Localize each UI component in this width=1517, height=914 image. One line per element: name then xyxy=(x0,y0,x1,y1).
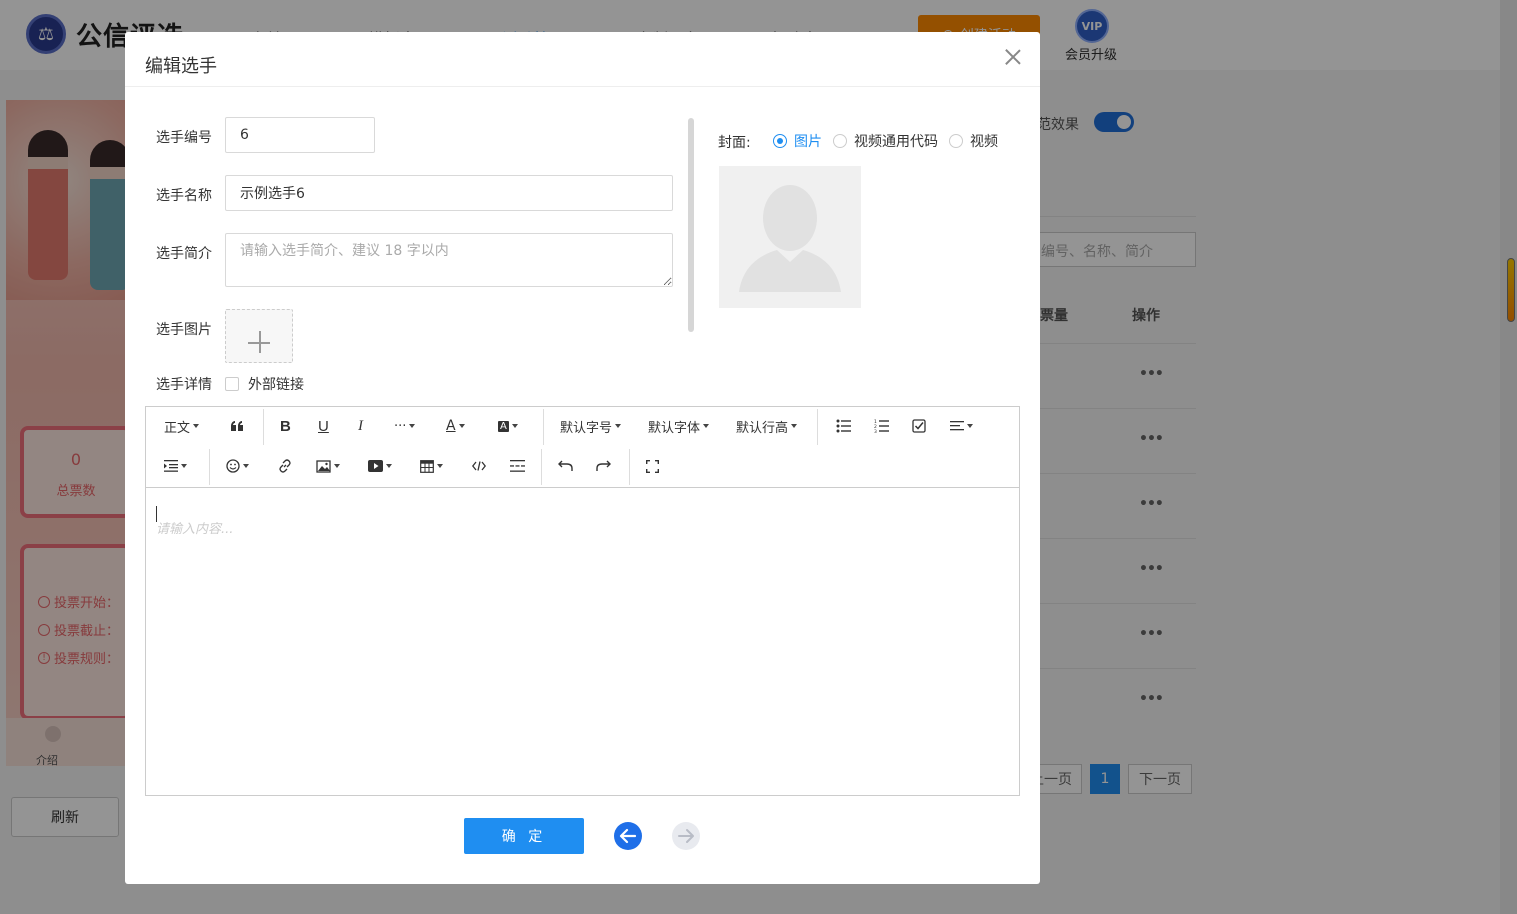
quote-icon[interactable] xyxy=(230,414,244,438)
redo-icon[interactable] xyxy=(596,454,611,478)
cover-option-video-code[interactable]: 视频通用代码 xyxy=(833,131,938,151)
bold-icon[interactable]: B xyxy=(280,414,291,438)
caret-down-icon xyxy=(791,424,798,428)
caret-down-icon xyxy=(334,464,340,468)
confirm-button[interactable]: 确 定 xyxy=(464,818,584,854)
justify-dropdown[interactable] xyxy=(950,414,973,438)
player-name-label: 选手名称 xyxy=(156,188,212,204)
editor-toolbar: 正文 B U I ··· A A 默认字号 默认字体 默认行高 123 xyxy=(146,407,1019,488)
font-size-label: 默认字号 xyxy=(560,420,613,436)
todo-checkbox-icon[interactable] xyxy=(912,414,926,438)
image-icon xyxy=(316,459,331,473)
toolbar-separator xyxy=(263,409,264,445)
paragraph-format-label: 正文 xyxy=(164,420,191,436)
image-upload-plus-icon[interactable] xyxy=(225,309,293,363)
player-detail-label: 选手详情 xyxy=(156,377,212,393)
next-player-arrow-icon[interactable] xyxy=(672,822,700,850)
player-number-label: 选手编号 xyxy=(156,130,212,146)
caret-down-icon xyxy=(703,424,710,428)
caret-down-icon xyxy=(409,424,416,428)
font-size-dropdown[interactable]: 默认字号 xyxy=(560,414,622,438)
player-intro-textarea[interactable] xyxy=(225,233,673,287)
player-intro-label: 选手简介 xyxy=(156,246,212,262)
editor-content-area[interactable]: 请输入内容... xyxy=(146,488,1019,795)
background-color-icon: A xyxy=(498,420,509,432)
video-icon xyxy=(368,460,383,472)
caret-down-icon xyxy=(193,424,200,428)
font-family-label: 默认字体 xyxy=(648,420,701,436)
fullscreen-icon[interactable] xyxy=(646,454,659,478)
cover-label: 封面: xyxy=(718,135,751,151)
external-link-label: 外部链接 xyxy=(248,377,304,393)
bulleted-list-icon[interactable] xyxy=(836,414,851,438)
divider-line-icon[interactable] xyxy=(510,454,525,478)
form-scrollbar[interactable] xyxy=(688,118,694,332)
previous-player-arrow-icon[interactable] xyxy=(614,822,642,850)
cover-option-video[interactable]: 视频 xyxy=(949,131,998,151)
emoji-icon xyxy=(226,459,240,473)
toolbar-separator xyxy=(817,409,818,445)
toolbar-separator xyxy=(543,409,544,445)
caret-down-icon xyxy=(967,424,973,428)
radio-checked-icon xyxy=(773,134,787,148)
avatar-placeholder-icon[interactable] xyxy=(719,166,861,308)
caret-down-icon xyxy=(437,464,443,468)
toolbar-separator xyxy=(541,449,542,485)
undo-icon[interactable] xyxy=(558,454,573,478)
dialog-header: 编辑选手 xyxy=(125,32,1040,87)
insert-video-dropdown[interactable] xyxy=(368,454,392,478)
radio-unchecked-icon xyxy=(833,134,847,148)
checkbox-unchecked-icon xyxy=(225,377,239,391)
insert-table-dropdown[interactable] xyxy=(420,454,443,478)
numbered-list-icon[interactable]: 123 xyxy=(874,414,889,438)
italic-icon[interactable]: I xyxy=(358,414,363,438)
edit-player-dialog: 编辑选手 选手编号 选手名称 选手简介 选手图片 封面: 图片 视频通用代码 视… xyxy=(125,32,1040,884)
table-icon xyxy=(420,459,434,473)
caret-down-icon xyxy=(181,464,187,468)
indent-icon xyxy=(164,460,178,472)
player-name-input[interactable] xyxy=(225,175,673,211)
caret-down-icon xyxy=(243,464,249,468)
font-color-icon: A xyxy=(446,418,456,434)
dialog-title: 编辑选手 xyxy=(145,56,217,77)
code-block-icon[interactable] xyxy=(472,454,486,478)
font-color-dropdown[interactable]: A xyxy=(446,414,465,438)
insert-image-dropdown[interactable] xyxy=(316,454,340,478)
more-styles-label: ··· xyxy=(394,418,407,434)
editor-placeholder: 请输入内容... xyxy=(156,522,234,537)
rich-text-editor: 正文 B U I ··· A A 默认字号 默认字体 默认行高 123 请输入内… xyxy=(145,406,1020,796)
caret-down-icon xyxy=(511,424,518,428)
align-left-icon xyxy=(950,421,964,431)
radio-unchecked-icon xyxy=(949,134,963,148)
line-height-label: 默认行高 xyxy=(736,420,789,436)
caret-down-icon xyxy=(615,424,622,428)
cover-option-image-label: 图片 xyxy=(794,134,822,150)
close-icon[interactable] xyxy=(1004,48,1022,66)
player-image-label: 选手图片 xyxy=(156,322,212,338)
emoji-dropdown[interactable] xyxy=(226,454,249,478)
caret-down-icon xyxy=(458,424,465,428)
indent-dropdown[interactable] xyxy=(164,454,187,478)
cover-option-image[interactable]: 图片 xyxy=(773,131,822,151)
line-height-dropdown[interactable]: 默认行高 xyxy=(736,414,798,438)
link-icon[interactable] xyxy=(278,454,292,478)
caret-down-icon xyxy=(386,464,392,468)
toolbar-separator xyxy=(629,449,630,485)
svg-text:3: 3 xyxy=(874,429,877,433)
player-number-input[interactable] xyxy=(225,117,375,153)
font-family-dropdown[interactable]: 默认字体 xyxy=(648,414,710,438)
cover-option-video-label: 视频 xyxy=(970,134,998,150)
cover-option-video-code-label: 视频通用代码 xyxy=(854,134,938,150)
external-link-checkbox[interactable]: 外部链接 xyxy=(225,374,304,394)
toolbar-separator xyxy=(209,449,210,485)
more-styles-dropdown[interactable]: ··· xyxy=(394,414,416,438)
underline-icon[interactable]: U xyxy=(318,414,329,438)
background-color-dropdown[interactable]: A xyxy=(498,414,518,438)
paragraph-format-dropdown[interactable]: 正文 xyxy=(164,414,200,438)
